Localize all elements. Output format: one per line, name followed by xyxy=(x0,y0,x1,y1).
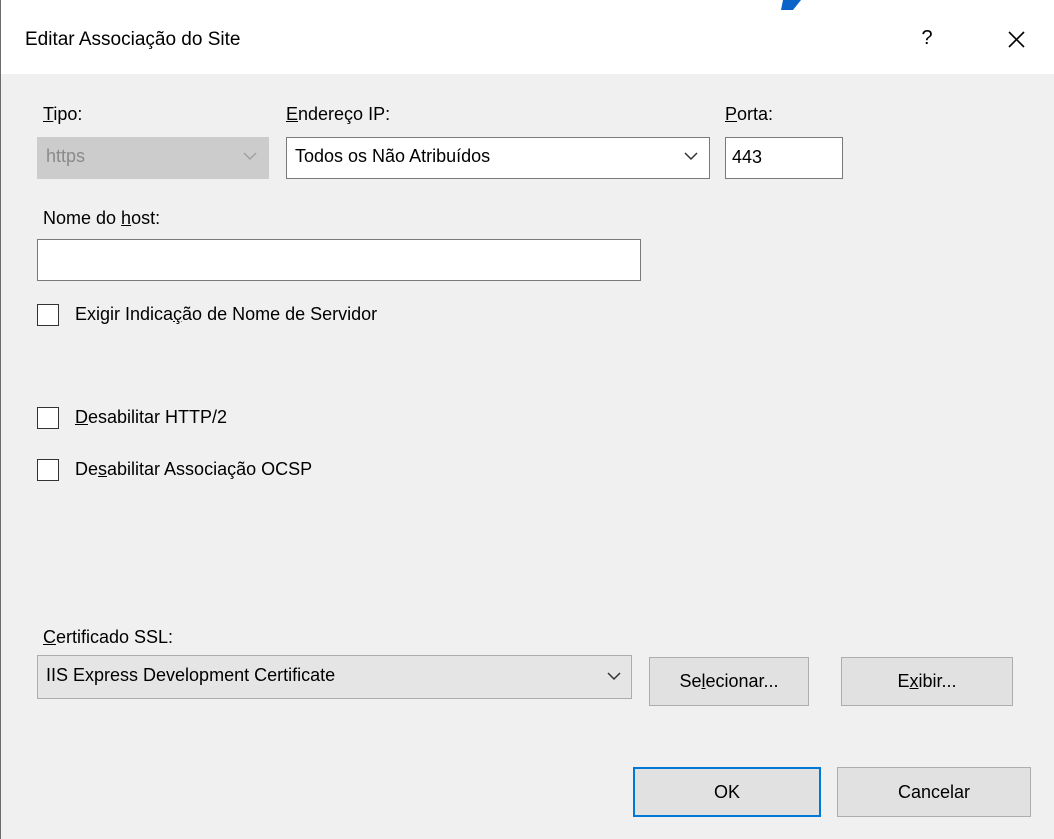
host-name-input[interactable] xyxy=(37,239,641,281)
chevron-down-icon xyxy=(243,152,257,161)
host-name-label: Nome do host: xyxy=(43,208,161,228)
view-certificate-button[interactable]: Exibir... xyxy=(841,657,1013,706)
ip-address-value: Todos os Não Atribuídos xyxy=(295,146,491,166)
require-sni-label: Exigir Indicação de Nome de Servidor xyxy=(75,304,378,324)
chevron-down-icon xyxy=(607,672,621,681)
ssl-certificate-label: Certificado SSL: xyxy=(43,627,174,647)
chevron-down-icon xyxy=(684,152,698,161)
port-input-value: 443 xyxy=(732,147,763,167)
disable-ocsp-label: Desabilitar Associação OCSP xyxy=(75,459,313,479)
disable-ocsp-checkbox[interactable] xyxy=(37,459,59,481)
cancel-button-label: Cancelar xyxy=(897,782,971,802)
type-select[interactable]: https xyxy=(37,137,269,179)
cancel-button[interactable]: Cancelar xyxy=(837,767,1031,817)
background-accent-icon xyxy=(781,0,801,10)
close-button[interactable] xyxy=(997,22,1037,58)
select-certificate-button-label: Selecionar... xyxy=(679,671,779,691)
port-label: Porta: xyxy=(725,104,774,124)
dialog-title: Editar Associação do Site xyxy=(25,29,241,50)
require-sni-checkbox[interactable] xyxy=(37,304,59,326)
close-icon xyxy=(1008,31,1025,48)
help-button[interactable]: ? xyxy=(913,22,941,54)
title-bar: Editar Associação do Site ? xyxy=(1,0,1054,74)
ssl-certificate-value: IIS Express Development Certificate xyxy=(46,665,336,685)
ip-address-select[interactable]: Todos os Não Atribuídos xyxy=(286,137,710,179)
port-input[interactable]: 443 xyxy=(725,137,843,179)
disable-http2-checkbox[interactable] xyxy=(37,407,59,429)
select-certificate-button[interactable]: Selecionar... xyxy=(649,657,809,706)
view-certificate-button-label: Exibir... xyxy=(897,671,957,691)
ok-button-label: OK xyxy=(713,782,740,802)
ok-button[interactable]: OK xyxy=(633,767,821,817)
type-label: Tipo: xyxy=(43,104,83,124)
type-select-value: https xyxy=(46,146,86,166)
ssl-certificate-select[interactable]: IIS Express Development Certificate xyxy=(37,655,632,699)
edit-site-binding-dialog: Editar Associação do Site ? Tipo: https … xyxy=(0,0,1054,839)
disable-http2-label: Desabilitar HTTP/2 xyxy=(75,407,228,427)
ip-address-label: Endereço IP: xyxy=(286,104,391,124)
